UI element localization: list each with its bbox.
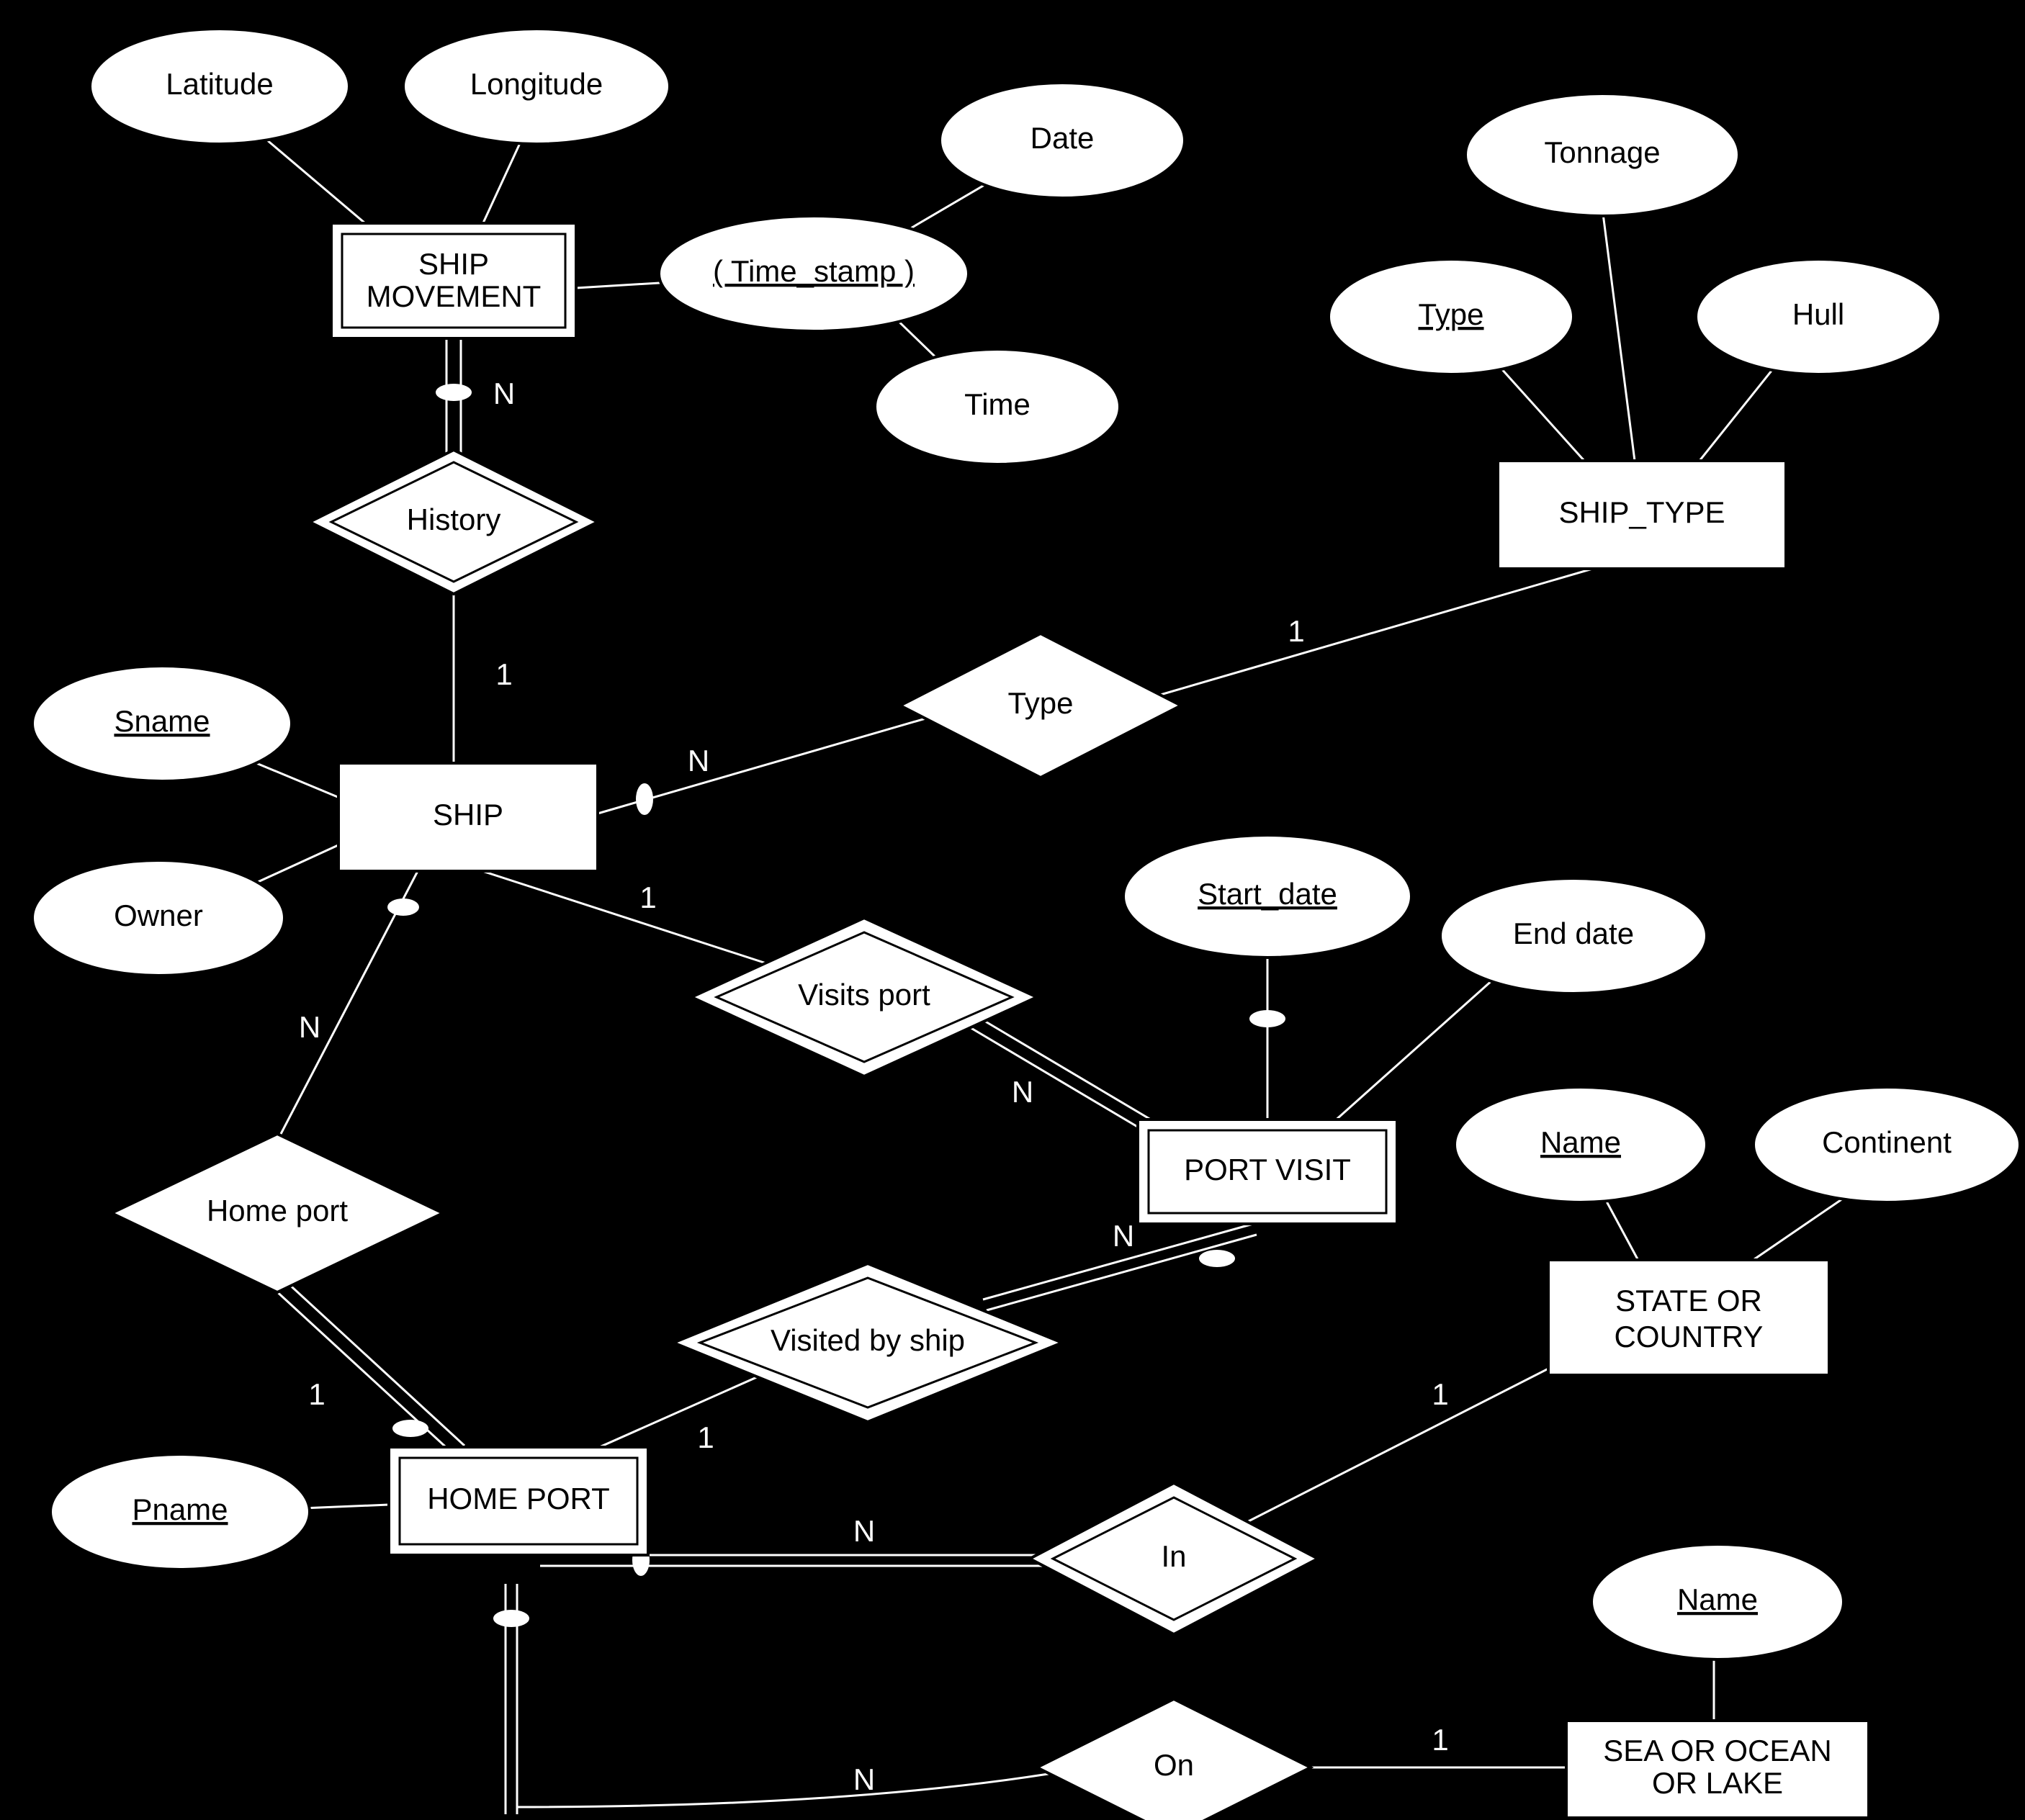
edge-homeport-on [517, 1767, 1087, 1807]
svg-text:( Time_stamp ): ( Time_stamp ) [713, 254, 915, 288]
svg-text:OR LAKE: OR LAKE [1652, 1766, 1783, 1800]
svg-text:In: In [1161, 1539, 1186, 1573]
attr-pname: Pname [50, 1454, 310, 1569]
card-history-sm: N [493, 377, 515, 410]
svg-text:Visited by ship: Visited by ship [771, 1323, 965, 1357]
rel-visits-port: Visits port [691, 918, 1037, 1076]
svg-text:History: History [407, 503, 501, 536]
attr-tonnage: Tonnage [1465, 94, 1739, 216]
svg-text:Name: Name [1540, 1125, 1621, 1159]
entity-sea-ocean-lake: SEA OR OCEAN OR LAKE [1566, 1721, 1869, 1818]
attr-end-date: End date [1440, 878, 1707, 994]
svg-text:Name: Name [1677, 1582, 1758, 1616]
card-in-state: 1 [1432, 1377, 1448, 1411]
rel-type: Type [900, 634, 1181, 778]
edge-visited-port [583, 1368, 778, 1454]
rel-in: In [1030, 1483, 1318, 1634]
svg-text:SHIP: SHIP [433, 798, 503, 832]
card-visits-pv: N [1012, 1075, 1033, 1109]
rel-visited-by-ship: Visited by ship [673, 1263, 1062, 1422]
entity-home-port: HOME PORT [389, 1447, 648, 1555]
attr-hull: Hull [1696, 259, 1941, 374]
svg-text:Tonnage: Tonnage [1544, 135, 1660, 169]
svg-text:Time: Time [964, 387, 1031, 421]
svg-text:Owner: Owner [114, 898, 203, 932]
entity-ship-movement: SHIP MOVEMENT [331, 223, 576, 338]
card-type-ship: N [688, 744, 709, 778]
svg-text:STATE OR: STATE OR [1615, 1284, 1762, 1317]
rel-home-port: Home port [112, 1134, 443, 1292]
svg-text:Home port: Home port [207, 1194, 348, 1227]
svg-text:Type: Type [1418, 297, 1483, 331]
entity-ship: SHIP [338, 763, 598, 871]
svg-text:Latitude: Latitude [166, 67, 273, 101]
svg-text:End date: End date [1513, 916, 1634, 950]
svg-text:Type: Type [1007, 686, 1073, 720]
svg-text:SEA OR OCEAN: SEA OR OCEAN [1603, 1734, 1831, 1767]
attr-continent: Continent [1754, 1087, 2020, 1202]
svg-text:Sname: Sname [114, 704, 210, 738]
rel-history: History [310, 450, 598, 594]
er-diagram: N 1 N 1 1 N N 1 N 1 N 1 N 1 [0, 0, 2025, 1820]
svg-text:Pname: Pname [132, 1492, 228, 1526]
attr-start-date: Start_date [1123, 835, 1411, 958]
card-on-port: N [853, 1762, 875, 1796]
attr-sname: Sname [32, 666, 292, 781]
svg-text:COUNTRY: COUNTRY [1615, 1320, 1764, 1353]
svg-text:Longitude: Longitude [470, 67, 603, 101]
svg-text:MOVEMENT: MOVEMENT [367, 279, 542, 313]
svg-text:On: On [1154, 1748, 1194, 1782]
edge-tonnage-shiptype [1599, 180, 1635, 461]
entity-ship-type: SHIP_TYPE [1498, 461, 1786, 569]
entity-port-visit: PORT VISIT [1138, 1120, 1397, 1224]
card-visited-pv: N [1113, 1219, 1134, 1253]
card-on-sea: 1 [1432, 1723, 1448, 1757]
card-type-shiptype: 1 [1288, 614, 1304, 648]
svg-text:Continent: Continent [1822, 1125, 1952, 1159]
svg-text:Visits port: Visits port [798, 978, 930, 1012]
svg-text:Start_date: Start_date [1198, 877, 1337, 911]
edge-ship-visitsport [482, 871, 771, 965]
svg-text:PORT VISIT: PORT VISIT [1184, 1153, 1351, 1186]
card-visits-ship: 1 [639, 880, 656, 914]
attr-time-stamp: ( Time_stamp ) [659, 216, 969, 331]
attr-name-sea: Name [1591, 1544, 1844, 1659]
attr-latitude: Latitude [90, 29, 349, 144]
svg-text:SHIP_TYPE: SHIP_TYPE [1558, 495, 1725, 529]
card-history-ship: 1 [495, 657, 512, 691]
card-homeport-ship: N [299, 1010, 320, 1044]
attr-date: Date [940, 83, 1185, 198]
attr-name-state: Name [1455, 1087, 1707, 1202]
edge-typerel-shiptype [1123, 554, 1642, 706]
card-visited-port: 1 [697, 1420, 714, 1454]
card-in-port: N [853, 1514, 875, 1548]
svg-text:SHIP: SHIP [418, 247, 489, 281]
attr-time: Time [875, 349, 1120, 464]
attr-owner: Owner [32, 860, 284, 976]
rel-on: On [1037, 1699, 1311, 1820]
entity-state-or-country: STATE OR COUNTRY [1548, 1260, 1829, 1375]
svg-text:HOME PORT: HOME PORT [427, 1482, 610, 1515]
card-homeport-port: 1 [308, 1377, 325, 1411]
attr-type: Type [1329, 259, 1573, 374]
attr-longitude: Longitude [403, 29, 670, 144]
svg-text:Date: Date [1031, 121, 1095, 155]
svg-text:Hull: Hull [1792, 297, 1844, 331]
